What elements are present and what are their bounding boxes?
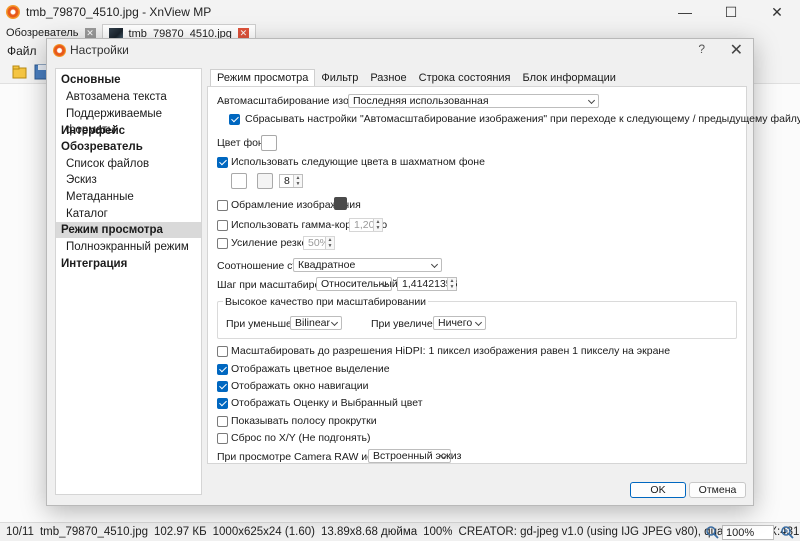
dialog-title: Настройки: [70, 43, 129, 57]
checker-size-value: 8: [284, 175, 290, 187]
status-index: 10/11: [6, 526, 34, 538]
zoom-in-icon[interactable]: [781, 526, 794, 539]
spin-arrows-icon[interactable]: ▲ ▼: [293, 175, 302, 187]
zoom-select-value: 100%: [726, 526, 755, 539]
reset-xy-checkbox[interactable]: [217, 433, 228, 444]
status-dimensions: 1000x625x24 (1.60): [212, 526, 315, 538]
hq-enlarge-value: Ничего: [438, 317, 473, 329]
reset-auto-scale-checkbox[interactable]: [229, 114, 240, 125]
auto-scale-value: Последняя использованная: [353, 95, 489, 107]
raw-value: Встроенный эскиз: [373, 450, 462, 462]
window-close-button[interactable]: ✕: [754, 0, 800, 24]
view-mode-page: Автомасштабирование изображения Последня…: [207, 86, 800, 464]
zoom-select[interactable]: 100%: [722, 525, 774, 540]
tab-filter[interactable]: Фильтр: [315, 69, 364, 86]
minimize-button[interactable]: —: [662, 0, 708, 24]
checker-size-spinbox[interactable]: 8 ▲ ▼: [279, 174, 303, 188]
settings-dialog: Настройки ? ✕ Основные Автозамена текста…: [46, 38, 800, 506]
rating-color-label: Отображать Оценку и Выбранный цвет: [231, 397, 423, 409]
settings-category-list: Основные Автозамена текста Поддерживаемы…: [55, 68, 202, 495]
dialog-titlebar: Настройки ? ✕: [47, 39, 753, 61]
zoom-step-spinbox[interactable]: 1,41421356 ▲ ▼: [397, 277, 457, 291]
menu-file[interactable]: Файл: [0, 44, 44, 58]
spin-arrows-icon[interactable]: ▲ ▼: [373, 219, 382, 231]
scrollbar-label: Показывать полосу прокрутки: [231, 415, 377, 427]
gamma-spinbox[interactable]: 1,20 ▲ ▼: [349, 218, 383, 232]
raw-select[interactable]: Встроенный эскиз: [368, 449, 461, 463]
hq-group-title: Высокое качество при масштабировании: [223, 296, 429, 309]
hidpi-label: Масштабировать до разрешения HiDPI: 1 пи…: [231, 345, 671, 357]
zoom-icon[interactable]: [706, 526, 719, 539]
color-selection-label: Отображать цветное выделение: [231, 363, 390, 375]
nav-item-browser[interactable]: Обозреватель: [56, 139, 201, 155]
nav-item-thumbnail[interactable]: Эскиз: [56, 172, 201, 188]
rating-color-checkbox[interactable]: [217, 398, 228, 409]
tab-info-panel[interactable]: Блок информации: [517, 69, 622, 86]
statusbar: 10/11 tmb_79870_4510.jpg 102.97 КБ 1000x…: [0, 522, 800, 541]
chevron-down-icon: [474, 318, 483, 327]
chevron-down-icon: [430, 260, 439, 269]
aspect-select[interactable]: Квадратное: [293, 258, 442, 272]
use-checker-label: Использовать следующие цвета в шахматном…: [231, 156, 485, 168]
nav-item-interface[interactable]: Интерфейс: [56, 123, 201, 139]
frame-checkbox[interactable]: [217, 200, 228, 211]
nav-item-general[interactable]: Основные: [56, 72, 201, 88]
tab-misc[interactable]: Разное: [364, 69, 412, 86]
gamma-checkbox[interactable]: [217, 220, 228, 231]
tab-view-mode[interactable]: Режим просмотра: [210, 69, 316, 86]
settings-tabs: Режим просмотра Фильтр Разное Строка сос…: [210, 69, 622, 86]
maximize-button[interactable]: ☐: [708, 0, 754, 24]
color-selection-checkbox[interactable]: [217, 364, 228, 375]
nav-window-label: Отображать окно навигации: [231, 380, 369, 392]
open-folder-icon[interactable]: [12, 64, 28, 80]
xnview-logo-icon: [6, 5, 20, 19]
help-button[interactable]: ?: [698, 42, 705, 56]
auto-scale-select[interactable]: Последняя использованная: [348, 94, 599, 108]
spin-arrows-icon[interactable]: ▲ ▼: [325, 237, 334, 249]
hidpi-checkbox[interactable]: [217, 346, 228, 357]
nav-item-file-list[interactable]: Список файлов: [56, 156, 201, 172]
nav-item-autoreplace[interactable]: Автозамена текста: [56, 89, 201, 105]
reset-xy-label: Сброс по X/Y (Не подгонять): [231, 432, 371, 444]
hq-reduce-value: Bilinear: [295, 317, 331, 329]
cancel-button[interactable]: Отмена: [689, 482, 746, 498]
checker-color1-swatch[interactable]: [231, 173, 247, 189]
spin-arrows-icon[interactable]: ▲ ▼: [447, 278, 456, 290]
sharpen-spinbox[interactable]: 50% ▲ ▼: [303, 236, 335, 250]
gamma-value: 1,20: [354, 219, 375, 231]
bg-color-swatch[interactable]: [261, 135, 277, 151]
frame-color-swatch[interactable]: [334, 197, 347, 210]
nav-item-metadata[interactable]: Метаданные: [56, 189, 201, 205]
aspect-value: Квадратное: [298, 259, 356, 271]
nav-item-integration[interactable]: Интеграция: [56, 256, 201, 272]
nav-item-formats[interactable]: Поддерживаемые форматы: [56, 106, 201, 136]
status-print-size: 13.89x8.68 дюйма: [320, 526, 418, 538]
nav-item-view-mode[interactable]: Режим просмотра: [56, 222, 201, 238]
status-filesize: 102.97 КБ: [154, 526, 207, 538]
sharpen-checkbox[interactable]: [217, 238, 228, 249]
checker-color2-swatch[interactable]: [257, 173, 273, 189]
scrollbar-checkbox[interactable]: [217, 416, 228, 427]
status-filename: tmb_79870_4510.jpg: [39, 526, 149, 538]
chevron-down-icon: [587, 96, 596, 105]
zoom-step-mode-select[interactable]: Относительный: [316, 277, 398, 291]
use-checker-checkbox[interactable]: [217, 157, 228, 168]
reset-auto-scale-label: Сбрасывать настройки "Автомасштабировани…: [245, 113, 800, 125]
hq-enlarge-select[interactable]: Ничего: [433, 316, 486, 330]
xnview-logo-icon: [53, 43, 66, 57]
hq-reduce-select[interactable]: Bilinear: [290, 316, 342, 330]
window-title: tmb_79870_4510.jpg - XnView MP: [26, 5, 212, 19]
window-titlebar: tmb_79870_4510.jpg - XnView MP — ☐ ✕: [0, 0, 800, 24]
tab-close-icon[interactable]: ✕: [84, 27, 96, 39]
nav-item-fullscreen[interactable]: Полноэкранный режим: [56, 239, 201, 255]
ok-button[interactable]: OK: [630, 482, 686, 498]
chevron-down-icon: [330, 318, 339, 327]
dialog-close-button[interactable]: ✕: [730, 40, 743, 60]
nav-window-checkbox[interactable]: [217, 381, 228, 392]
tab-status-bar[interactable]: Строка состояния: [413, 69, 517, 86]
nav-item-catalog[interactable]: Каталог: [56, 206, 201, 222]
status-zoom: 100%: [423, 526, 453, 538]
